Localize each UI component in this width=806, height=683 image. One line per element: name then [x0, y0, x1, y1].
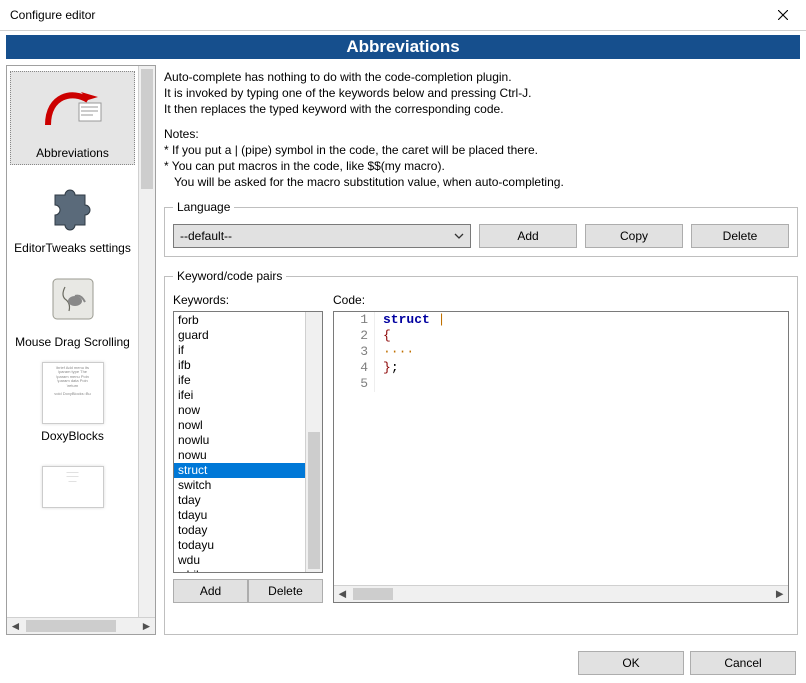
keyword-item[interactable]: guard	[174, 328, 305, 343]
line-number: 4	[334, 360, 375, 376]
keyword-item[interactable]: today	[174, 523, 305, 538]
sidebar-item-label: DoxyBlocks	[41, 429, 104, 443]
keyword-item[interactable]: struct	[174, 463, 305, 478]
keyword-item[interactable]: forb	[174, 313, 305, 328]
ok-button[interactable]: OK	[578, 651, 684, 675]
keyword-item[interactable]: nowl	[174, 418, 305, 433]
line-number: 2	[334, 328, 375, 344]
puzzle-icon	[41, 173, 105, 237]
keywords-scrollbar[interactable]	[305, 312, 322, 572]
keyword-item[interactable]: ifei	[174, 388, 305, 403]
sidebar-item-label: Mouse Drag Scrolling	[15, 335, 130, 349]
keywords-listbox[interactable]: forbguardififbifeifeinownowlnowlunowustr…	[173, 311, 323, 573]
note-line: You will be asked for the macro substitu…	[164, 174, 794, 190]
keyword-delete-button[interactable]: Delete	[248, 579, 323, 603]
sidebar-horizontal-scrollbar[interactable]: ◄ ►	[7, 617, 155, 634]
description-text: Auto-complete has nothing to do with the…	[162, 65, 800, 192]
language-copy-button[interactable]: Copy	[585, 224, 683, 248]
code-line: 2{	[334, 328, 788, 344]
code-text: ····	[375, 344, 414, 360]
keyword-item[interactable]: tday	[174, 493, 305, 508]
notes-title: Notes:	[164, 126, 794, 142]
code-text: struct |	[375, 312, 445, 328]
code-line: 5	[334, 376, 788, 392]
keyword-item[interactable]: wdu	[174, 553, 305, 568]
keywords-label: Keywords:	[173, 293, 323, 307]
titlebar: Configure editor	[0, 0, 806, 31]
doxyblocks-icon: \brief Add menu its\param type The\param…	[41, 361, 105, 425]
sidebar-vertical-scrollbar[interactable]	[138, 66, 155, 617]
desc-line: Auto-complete has nothing to do with the…	[164, 69, 794, 85]
language-delete-button[interactable]: Delete	[691, 224, 789, 248]
keyword-item[interactable]: todayu	[174, 538, 305, 553]
page-icon: ————————	[41, 455, 105, 519]
sidebar-item-abbreviations[interactable]: Abbreviations	[10, 71, 135, 165]
keyword-item[interactable]: tdayu	[174, 508, 305, 523]
pairs-legend: Keyword/code pairs	[173, 269, 286, 283]
close-button[interactable]	[760, 0, 806, 30]
keyword-item[interactable]: nowlu	[174, 433, 305, 448]
scroll-right-icon[interactable]: ►	[138, 618, 155, 634]
sidebar-item-doxyblocks[interactable]: \brief Add menu its\param type The\param…	[11, 355, 134, 447]
language-selected: --default--	[180, 229, 232, 243]
keyword-item[interactable]: switch	[174, 478, 305, 493]
code-line: 4};	[334, 360, 788, 376]
code-line: 1struct |	[334, 312, 788, 328]
keyword-item[interactable]: ife	[174, 373, 305, 388]
dialog-footer: OK Cancel	[0, 643, 806, 683]
pairs-group: Keyword/code pairs Keywords: forbguardif…	[164, 269, 798, 635]
abbreviations-icon	[41, 78, 105, 142]
window-title: Configure editor	[10, 8, 95, 22]
line-number: 5	[334, 376, 375, 392]
page-header: Abbreviations	[6, 35, 800, 59]
code-label: Code:	[333, 293, 789, 307]
desc-line: It then replaces the typed keyword with …	[164, 101, 794, 117]
keyword-item[interactable]: ifb	[174, 358, 305, 373]
scroll-right-icon[interactable]: ►	[771, 586, 788, 602]
keyword-item[interactable]: nowu	[174, 448, 305, 463]
keyword-item[interactable]: now	[174, 403, 305, 418]
code-line: 3····	[334, 344, 788, 360]
code-editor[interactable]: 1struct |2{3····4};5 ◄ ►	[333, 311, 789, 603]
line-number: 3	[334, 344, 375, 360]
code-text	[375, 376, 383, 392]
note-line: * You can put macros in the code, like $…	[164, 158, 794, 174]
keyword-add-button[interactable]: Add	[173, 579, 248, 603]
language-legend: Language	[173, 200, 234, 214]
line-number: 1	[334, 312, 375, 328]
sidebar-item-mousescroll[interactable]: Mouse Drag Scrolling	[11, 261, 134, 353]
category-sidebar: Abbreviations EditorTweaks settings	[6, 65, 156, 635]
sidebar-item-editortweaks[interactable]: EditorTweaks settings	[11, 167, 134, 259]
language-add-button[interactable]: Add	[479, 224, 577, 248]
chevron-down-icon	[450, 227, 468, 245]
note-line: * If you put a | (pipe) symbol in the co…	[164, 142, 794, 158]
sidebar-item-label: EditorTweaks settings	[14, 241, 131, 255]
sidebar-item-more[interactable]: ————————	[11, 449, 134, 523]
keyword-item[interactable]: if	[174, 343, 305, 358]
code-text: };	[375, 360, 399, 376]
content: Abbreviations EditorTweaks settings	[0, 61, 806, 639]
main-panel: Auto-complete has nothing to do with the…	[162, 65, 800, 639]
code-text: {	[375, 328, 391, 344]
language-group: Language --default-- Add Copy Delete	[164, 200, 798, 257]
close-icon	[778, 10, 788, 20]
language-combobox[interactable]: --default--	[173, 224, 471, 248]
desc-line: It is invoked by typing one of the keywo…	[164, 85, 794, 101]
code-horizontal-scrollbar[interactable]: ◄ ►	[334, 585, 788, 602]
scroll-icon	[41, 267, 105, 331]
sidebar-item-label: Abbreviations	[36, 146, 109, 160]
scroll-left-icon[interactable]: ◄	[7, 618, 24, 634]
cancel-button[interactable]: Cancel	[690, 651, 796, 675]
keyword-item[interactable]: while	[174, 568, 305, 572]
scroll-left-icon[interactable]: ◄	[334, 586, 351, 602]
